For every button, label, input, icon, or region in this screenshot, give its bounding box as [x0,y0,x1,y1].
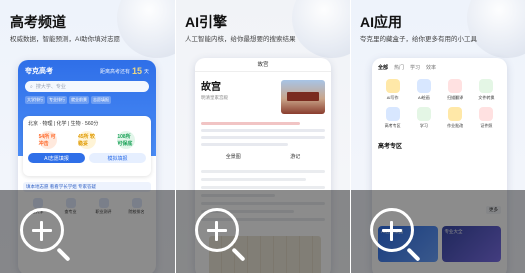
tool-item[interactable]: 作业批改 [441,107,470,129]
id-photo-icon [479,107,494,121]
panorama-link[interactable]: 全景图 [226,153,241,160]
panel-divider [350,0,351,273]
section-title: 高考专区 [378,144,403,150]
tag-item[interactable]: 大学排行 [25,96,45,104]
tool-item[interactable]: 扫描翻译 [441,79,470,101]
ai-drawing-icon [416,79,431,93]
tool-item[interactable]: 高考专区 [378,107,407,129]
tag-item[interactable]: 专业排行 [47,96,67,104]
study-icon [416,107,431,121]
result-actions: 全景图 游记 [201,153,325,160]
chance-backup[interactable]: 108所 可保底 [117,131,136,149]
panel-divider [175,0,176,273]
zoom-in-icon[interactable] [20,208,78,266]
tool-item[interactable]: 学习 [409,107,438,129]
panel-subtitle: 权威数据，智能预测，AI助你填对志愿 [10,36,121,43]
tool-item[interactable]: 证件照 [472,107,501,129]
palace-image[interactable] [281,80,325,114]
tab-efficiency[interactable]: 效率 [426,64,436,71]
score-info: 北京 · 物理 | 化学 | 生物 · 560分 [28,121,99,127]
tab-all[interactable]: 全部 [378,64,388,71]
score-card: 北京 · 物理 | 化学 | 生物 · 560分 54所 可冲击 45所 较稳妥… [23,116,151,176]
chance-safe[interactable]: 45所 较稳妥 [77,131,96,149]
panel-subtitle: 人工智能内核，给你最想要的搜索结果 [185,36,296,43]
result-text-lines [201,122,325,150]
panel-gaokao: 高考频道 权威数据，智能预测，AI助你填对志愿 夸克高考 距离高考还有 15 天… [0,0,175,273]
decorative-orb [117,0,175,58]
gaokao-icon [385,107,400,121]
panel-title: 高考频道 [10,14,66,30]
zoom-in-icon[interactable] [370,208,428,266]
panel-title: AI引擎 [185,14,227,30]
mock-fill-button[interactable]: 模拟填报 [89,153,146,163]
tool-item[interactable]: AI绘画 [409,79,438,101]
decorative-orb [467,0,525,58]
tool-tabs: 全部 热门 学习 效率 [372,58,507,71]
file-convert-icon [479,79,494,93]
screenshot-strip: 高考频道 权威数据，智能预测，AI助你填对志愿 夸克高考 距离高考还有 15 天… [0,0,525,273]
countdown: 距离高考还有 15 天 [99,66,149,76]
tab-hot[interactable]: 热门 [394,64,404,71]
countdown-days: 15 [131,66,142,76]
app-header-title: 夸克高考 [25,68,53,75]
tag-item[interactable]: 志愿填报 [91,96,111,104]
homework-icon [448,107,463,121]
tag-item[interactable]: 就业前景 [69,96,89,104]
tab-study[interactable]: 学习 [410,64,420,71]
chance-reach[interactable]: 54所 可冲击 [38,131,57,149]
result-top-label: 故宫 [195,58,331,72]
tool-item[interactable]: 文件转换 [472,79,501,101]
zoom-in-icon[interactable] [195,208,253,266]
quick-tags: 大学排行 专业排行 就业前景 志愿填报 [25,96,149,104]
scan-translate-icon [448,79,463,93]
decorative-orb [292,0,350,58]
tool-grid: AI写作 AI绘画 扫描翻译 文件转换 高考专区 学习 作业批改 证件照 [372,71,507,129]
panel-ai-apps: AI应用 夸克里的藏盒子，给你更多有用的小工具 全部 热门 学习 效率 AI写作… [350,0,525,273]
search-icon: ⌕ [30,83,33,90]
ai-fill-button[interactable]: AI志愿填报 [28,153,85,163]
search-input[interactable]: ⌕ 搜大学、专业 [25,81,149,92]
panel-ai-engine: AI引擎 人工智能内核，给你最想要的搜索结果 故宫 故宫 明清皇家宫殿 全景图 … [175,0,350,273]
panel-subtitle: 夸克里的藏盒子，给你更多有用的小工具 [360,36,477,43]
tool-item[interactable]: AI写作 [378,79,407,101]
panel-title: AI应用 [360,14,402,30]
travel-notes-link[interactable]: 游记 [290,153,300,160]
ai-writing-icon [385,79,400,93]
